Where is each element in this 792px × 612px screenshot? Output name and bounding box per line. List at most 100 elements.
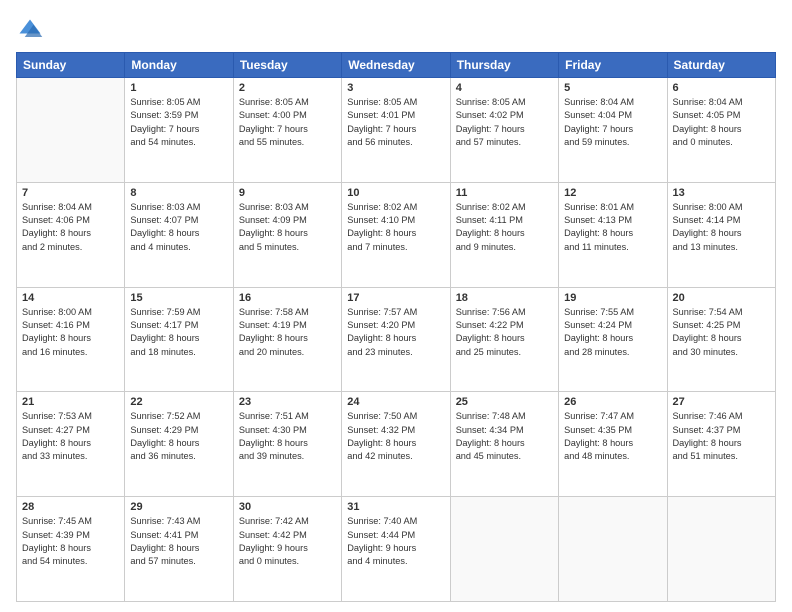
day-info: Sunrise: 8:03 AMSunset: 4:07 PMDaylight:…	[130, 201, 227, 254]
day-info: Sunrise: 8:00 AMSunset: 4:14 PMDaylight:…	[673, 201, 770, 254]
day-number: 8	[130, 187, 227, 199]
day-info: Sunrise: 8:04 AMSunset: 4:04 PMDaylight:…	[564, 96, 661, 149]
calendar-header-row: SundayMondayTuesdayWednesdayThursdayFrid…	[17, 53, 776, 78]
day-number: 1	[130, 82, 227, 94]
calendar-cell: 21 Sunrise: 7:53 AMSunset: 4:27 PMDayligh…	[17, 392, 125, 497]
day-number: 5	[564, 82, 661, 94]
day-number: 24	[347, 396, 444, 408]
logo-icon	[16, 16, 44, 44]
day-number: 13	[673, 187, 770, 199]
day-info: Sunrise: 7:51 AMSunset: 4:30 PMDaylight:…	[239, 410, 336, 463]
day-info: Sunrise: 8:04 AMSunset: 4:06 PMDaylight:…	[22, 201, 119, 254]
calendar-cell: 30 Sunrise: 7:42 AMSunset: 4:42 PMDayligh…	[233, 497, 341, 602]
day-number: 19	[564, 292, 661, 304]
calendar-cell: 17 Sunrise: 7:57 AMSunset: 4:20 PMDayligh…	[342, 287, 450, 392]
day-number: 27	[673, 396, 770, 408]
calendar-cell: 9Sunrise: 8:03 AMSunset: 4:09 PMDaylight…	[233, 182, 341, 287]
calendar-cell: 3 Sunrise: 8:05 AMSunset: 4:01 PMDaylight…	[342, 78, 450, 183]
day-number: 2	[239, 82, 336, 94]
calendar-week-3: 14Sunrise: 8:00 AMSunset: 4:16 PMDayligh…	[17, 287, 776, 392]
calendar-week-1: 1 Sunrise: 8:05 AMSunset: 3:59 PMDaylight…	[17, 78, 776, 183]
day-info: Sunrise: 7:42 AMSunset: 4:42 PMDaylight:…	[239, 515, 336, 568]
day-number: 26	[564, 396, 661, 408]
day-number: 3	[347, 82, 444, 94]
calendar-cell: 28 Sunrise: 7:45 AMSunset: 4:39 PMDayligh…	[17, 497, 125, 602]
day-number: 17	[347, 292, 444, 304]
day-number: 20	[673, 292, 770, 304]
day-number: 10	[347, 187, 444, 199]
calendar-cell	[667, 497, 775, 602]
calendar-cell: 2 Sunrise: 8:05 AMSunset: 4:00 PMDaylight…	[233, 78, 341, 183]
calendar-week-4: 21 Sunrise: 7:53 AMSunset: 4:27 PMDayligh…	[17, 392, 776, 497]
day-number: 29	[130, 501, 227, 513]
day-info: Sunrise: 7:57 AMSunset: 4:20 PMDaylight:…	[347, 306, 444, 359]
day-info: Sunrise: 8:02 AMSunset: 4:10 PMDaylight:…	[347, 201, 444, 254]
day-number: 30	[239, 501, 336, 513]
calendar-cell: 20 Sunrise: 7:54 AMSunset: 4:25 PMDayligh…	[667, 287, 775, 392]
day-number: 18	[456, 292, 553, 304]
day-header-saturday: Saturday	[667, 53, 775, 78]
day-number: 31	[347, 501, 444, 513]
day-header-friday: Friday	[559, 53, 667, 78]
day-info: Sunrise: 7:45 AMSunset: 4:39 PMDaylight:…	[22, 515, 119, 568]
day-info: Sunrise: 8:05 AMSunset: 4:01 PMDaylight:…	[347, 96, 444, 149]
day-info: Sunrise: 8:05 AMSunset: 4:00 PMDaylight:…	[239, 96, 336, 149]
day-info: Sunrise: 8:03 AMSunset: 4:09 PMDaylight:…	[239, 201, 336, 254]
day-info: Sunrise: 8:05 AMSunset: 3:59 PMDaylight:…	[130, 96, 227, 149]
header	[16, 16, 776, 44]
calendar-cell: 1 Sunrise: 8:05 AMSunset: 3:59 PMDaylight…	[125, 78, 233, 183]
day-info: Sunrise: 8:04 AMSunset: 4:05 PMDaylight:…	[673, 96, 770, 149]
calendar-cell: 16Sunrise: 7:58 AMSunset: 4:19 PMDayligh…	[233, 287, 341, 392]
day-number: 11	[456, 187, 553, 199]
day-info: Sunrise: 7:55 AMSunset: 4:24 PMDaylight:…	[564, 306, 661, 359]
day-number: 16	[239, 292, 336, 304]
calendar-cell: 23 Sunrise: 7:51 AMSunset: 4:30 PMDayligh…	[233, 392, 341, 497]
calendar-cell: 13 Sunrise: 8:00 AMSunset: 4:14 PMDayligh…	[667, 182, 775, 287]
day-number: 15	[130, 292, 227, 304]
day-info: Sunrise: 7:48 AMSunset: 4:34 PMDaylight:…	[456, 410, 553, 463]
calendar-cell	[559, 497, 667, 602]
day-number: 7	[22, 187, 119, 199]
day-info: Sunrise: 7:40 AMSunset: 4:44 PMDaylight:…	[347, 515, 444, 568]
calendar-cell: 18Sunrise: 7:56 AMSunset: 4:22 PMDayligh…	[450, 287, 558, 392]
day-info: Sunrise: 7:52 AMSunset: 4:29 PMDaylight:…	[130, 410, 227, 463]
calendar-cell: 8 Sunrise: 8:03 AMSunset: 4:07 PMDaylight…	[125, 182, 233, 287]
day-number: 21	[22, 396, 119, 408]
calendar-cell: 31 Sunrise: 7:40 AMSunset: 4:44 PMDayligh…	[342, 497, 450, 602]
day-number: 28	[22, 501, 119, 513]
day-info: Sunrise: 7:43 AMSunset: 4:41 PMDaylight:…	[130, 515, 227, 568]
day-info: Sunrise: 7:53 AMSunset: 4:27 PMDaylight:…	[22, 410, 119, 463]
day-info: Sunrise: 7:46 AMSunset: 4:37 PMDaylight:…	[673, 410, 770, 463]
calendar-cell: 26 Sunrise: 7:47 AMSunset: 4:35 PMDayligh…	[559, 392, 667, 497]
day-number: 25	[456, 396, 553, 408]
day-number: 12	[564, 187, 661, 199]
day-header-monday: Monday	[125, 53, 233, 78]
day-info: Sunrise: 8:01 AMSunset: 4:13 PMDaylight:…	[564, 201, 661, 254]
calendar-cell	[450, 497, 558, 602]
day-number: 4	[456, 82, 553, 94]
day-number: 6	[673, 82, 770, 94]
day-header-wednesday: Wednesday	[342, 53, 450, 78]
calendar-table: SundayMondayTuesdayWednesdayThursdayFrid…	[16, 52, 776, 602]
calendar-cell: 27 Sunrise: 7:46 AMSunset: 4:37 PMDayligh…	[667, 392, 775, 497]
calendar-cell: 6 Sunrise: 8:04 AMSunset: 4:05 PMDaylight…	[667, 78, 775, 183]
day-header-thursday: Thursday	[450, 53, 558, 78]
day-number: 22	[130, 396, 227, 408]
day-info: Sunrise: 7:47 AMSunset: 4:35 PMDaylight:…	[564, 410, 661, 463]
calendar-cell: 29 Sunrise: 7:43 AMSunset: 4:41 PMDayligh…	[125, 497, 233, 602]
calendar-cell: 22 Sunrise: 7:52 AMSunset: 4:29 PMDayligh…	[125, 392, 233, 497]
day-info: Sunrise: 8:02 AMSunset: 4:11 PMDaylight:…	[456, 201, 553, 254]
day-header-tuesday: Tuesday	[233, 53, 341, 78]
day-info: Sunrise: 8:05 AMSunset: 4:02 PMDaylight:…	[456, 96, 553, 149]
calendar-cell: 10 Sunrise: 8:02 AMSunset: 4:10 PMDayligh…	[342, 182, 450, 287]
calendar-cell	[17, 78, 125, 183]
calendar-cell: 4 Sunrise: 8:05 AMSunset: 4:02 PMDaylight…	[450, 78, 558, 183]
day-info: Sunrise: 8:00 AMSunset: 4:16 PMDaylight:…	[22, 306, 119, 359]
calendar-cell: 12 Sunrise: 8:01 AMSunset: 4:13 PMDayligh…	[559, 182, 667, 287]
day-info: Sunrise: 7:54 AMSunset: 4:25 PMDaylight:…	[673, 306, 770, 359]
calendar-week-5: 28 Sunrise: 7:45 AMSunset: 4:39 PMDayligh…	[17, 497, 776, 602]
calendar-cell: 11 Sunrise: 8:02 AMSunset: 4:11 PMDayligh…	[450, 182, 558, 287]
day-number: 23	[239, 396, 336, 408]
day-header-sunday: Sunday	[17, 53, 125, 78]
day-info: Sunrise: 7:59 AMSunset: 4:17 PMDaylight:…	[130, 306, 227, 359]
